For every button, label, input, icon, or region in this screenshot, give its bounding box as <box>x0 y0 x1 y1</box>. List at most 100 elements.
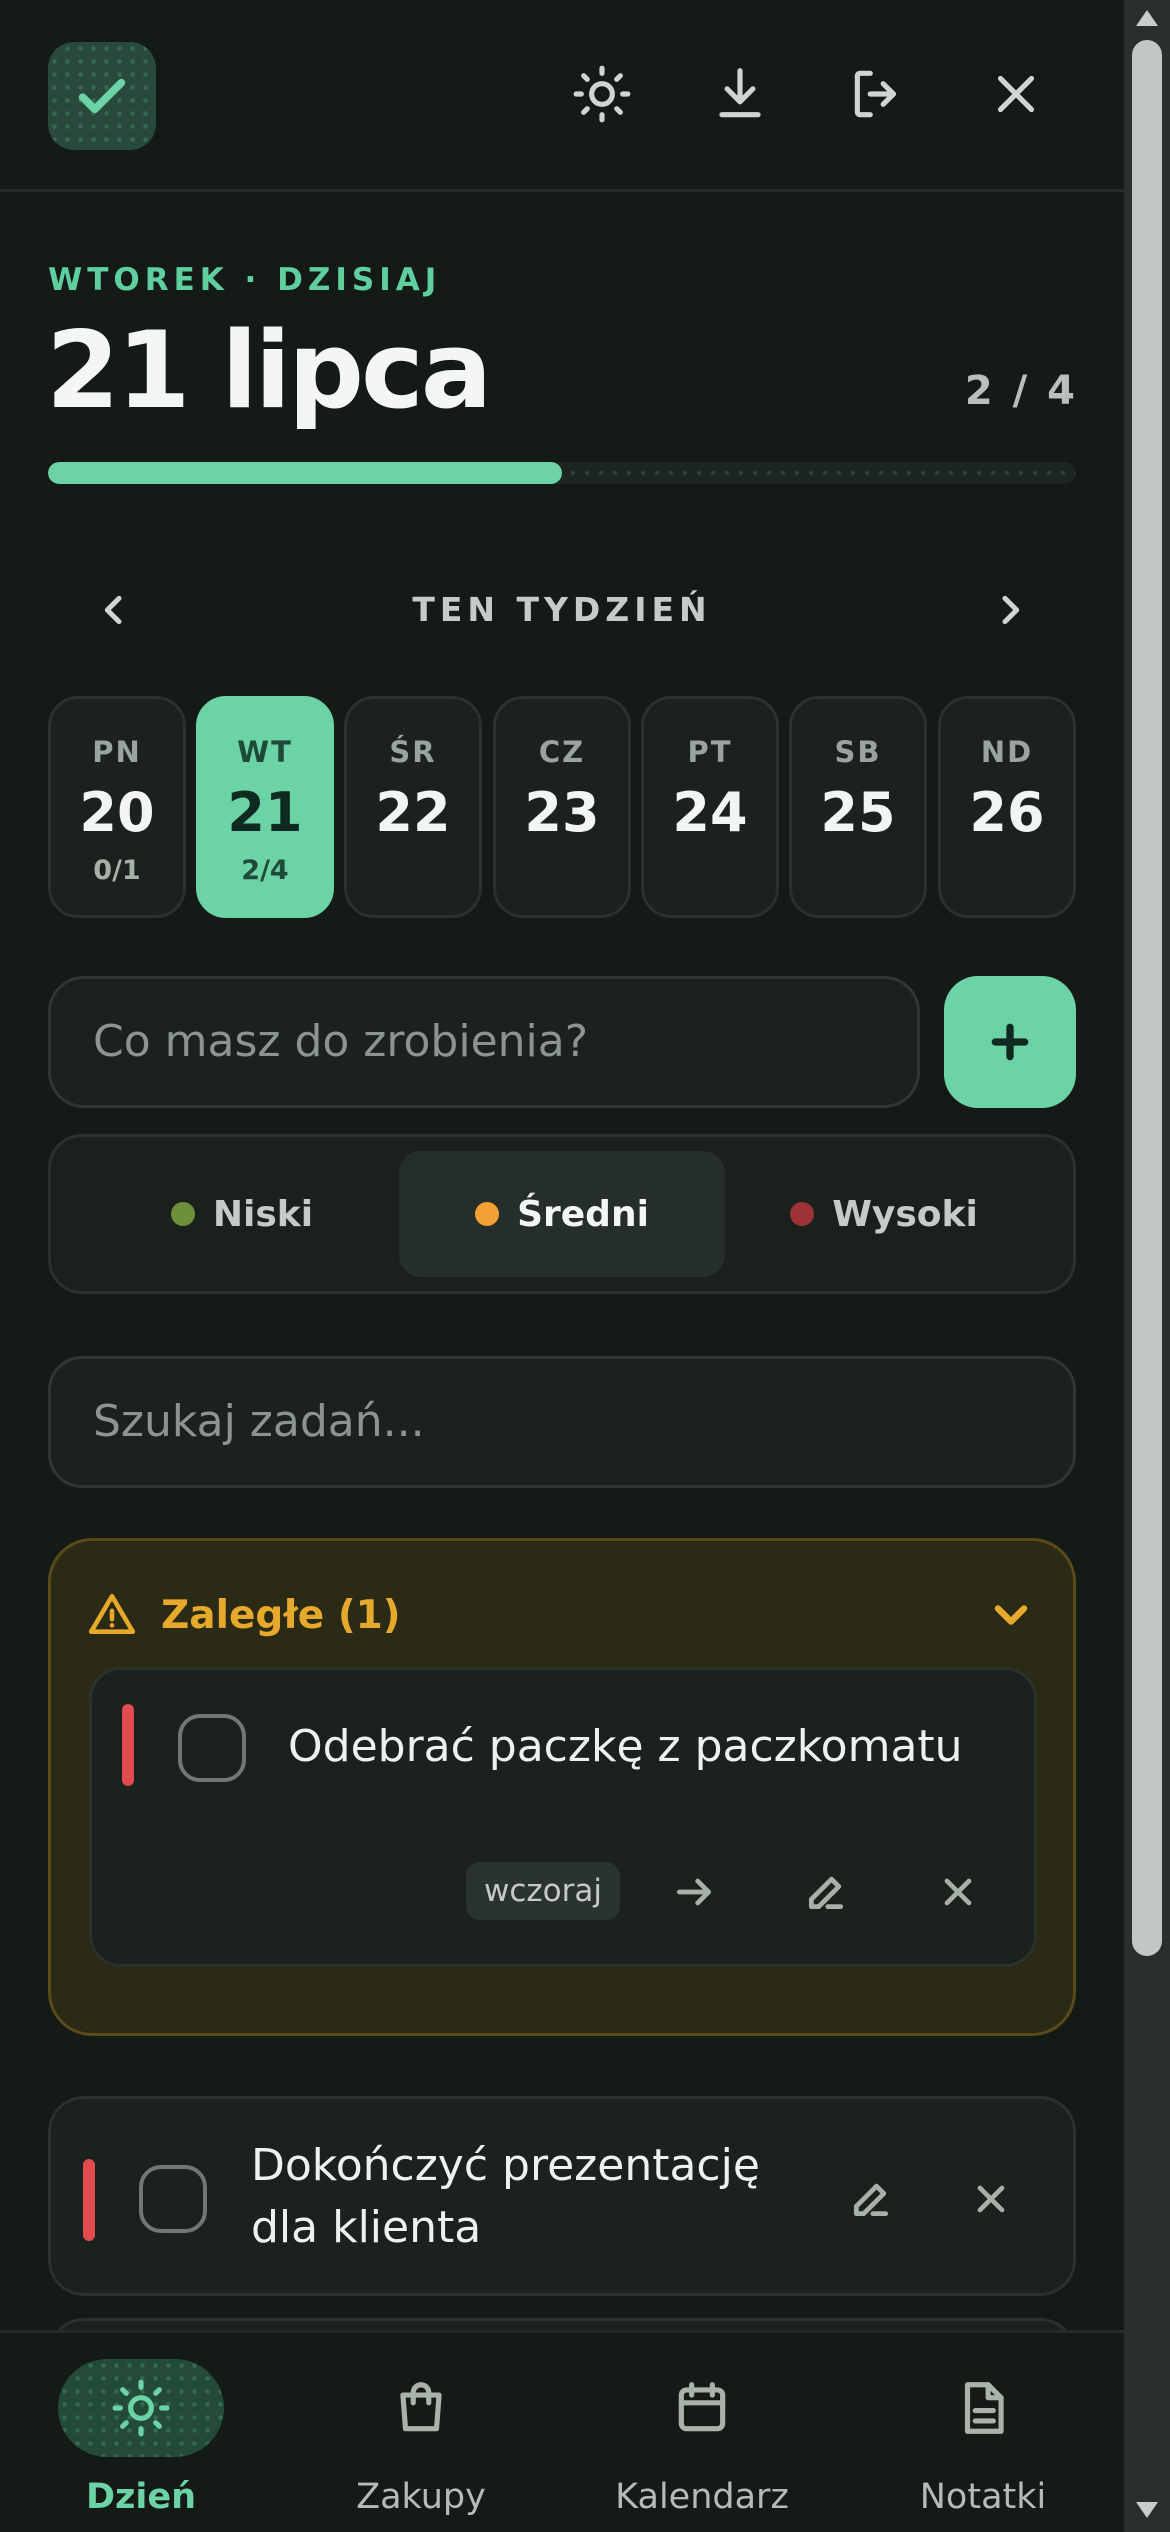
edit-task-button[interactable] <box>790 1856 862 1928</box>
nav-label: Zakupy <box>356 2477 486 2517</box>
day-number: 25 <box>820 781 896 844</box>
sun-icon <box>573 65 631 123</box>
day-wt[interactable]: WT 21 2/4 <box>196 696 334 918</box>
day-name: SB <box>834 735 882 769</box>
nav-icon-wrap <box>58 2359 224 2457</box>
collapse-overdue-button[interactable] <box>985 1589 1037 1641</box>
day-sb[interactable]: SB 25 <box>789 696 927 918</box>
nav-icon-wrap <box>900 2359 1066 2457</box>
chevron-down-icon <box>994 1605 1028 1625</box>
task-checkbox[interactable] <box>139 2165 207 2233</box>
plus-icon <box>991 1023 1029 1061</box>
day-number: 23 <box>524 781 600 844</box>
shopping-bag-icon <box>400 2382 442 2432</box>
day-number: 22 <box>375 781 451 844</box>
day-cz[interactable]: CZ 23 <box>493 696 631 918</box>
logout-button[interactable] <box>836 52 920 136</box>
download-button[interactable] <box>698 52 782 136</box>
scroll-down-arrow[interactable] <box>1136 2502 1158 2518</box>
day-nd[interactable]: ND 26 <box>938 696 1076 918</box>
overdue-section: Zaległe (1) Odebrać paczkę z paczkomatu … <box>48 1538 1076 2036</box>
overdue-title: Zaległe (1) <box>161 1592 401 1638</box>
task-count: 2 / 4 <box>964 368 1078 414</box>
day-number: 26 <box>969 781 1045 844</box>
day-pt[interactable]: PT 24 <box>641 696 779 918</box>
priority-low[interactable]: Niski <box>79 1151 405 1277</box>
priority-selector: Niski Średni Wysoki <box>48 1134 1076 1294</box>
theme-toggle-button[interactable] <box>560 52 644 136</box>
move-to-today-button[interactable] <box>658 1856 730 1928</box>
priority-label: Wysoki <box>832 1193 978 1235</box>
nav-icon-wrap <box>619 2359 785 2457</box>
nav-label: Notatki <box>919 2477 1047 2517</box>
new-task-input[interactable]: Co masz do zrobienia? <box>48 976 920 1108</box>
overdue-task-card: Odebrać paczkę z paczkomatu wczoraj <box>89 1667 1037 1967</box>
day-sr[interactable]: ŚR 22 <box>344 696 482 918</box>
download-icon <box>719 68 761 118</box>
calendar-icon <box>678 2382 726 2432</box>
week-navigation: TEN TYDZIEŃ <box>48 572 1076 648</box>
page-title: 21 lipca <box>46 309 492 432</box>
search-input[interactable]: Szukaj zadań... <box>48 1356 1076 1488</box>
edit-task-button[interactable] <box>835 2163 907 2235</box>
day-number: 21 <box>227 781 303 844</box>
close-icon <box>977 2185 1005 2213</box>
day-name: CZ <box>538 735 586 769</box>
bottom-navigation: Dzień Zakupy Kalendarz Notatki <box>0 2330 1124 2532</box>
day-eyebrow: WTOREK · DZISIAJ <box>48 262 442 298</box>
check-icon <box>78 78 126 114</box>
priority-dot <box>475 1202 500 1226</box>
nav-icon-wrap <box>338 2359 504 2457</box>
prev-week-button[interactable] <box>82 578 146 642</box>
delete-task-button[interactable] <box>922 1856 994 1928</box>
priority-indicator <box>122 1704 134 1786</box>
priority-medium[interactable]: Średni <box>399 1151 725 1277</box>
top-bar <box>0 0 1124 192</box>
day-name: ŚR <box>389 735 437 769</box>
scrollbar[interactable] <box>1124 0 1170 2532</box>
day-name: ND <box>980 735 1034 769</box>
arrow-right-icon <box>676 1878 712 1906</box>
nav-day[interactable]: Dzień <box>16 2359 266 2529</box>
day-progress-bar <box>48 462 1076 484</box>
priority-indicator <box>83 2159 95 2241</box>
scroll-up-arrow[interactable] <box>1136 10 1158 26</box>
close-icon <box>997 75 1035 113</box>
task-card: Dokończyć prezentację dla klienta <box>48 2096 1076 2296</box>
pencil-icon <box>853 2183 889 2217</box>
nav-calendar[interactable]: Kalendarz <box>577 2359 827 2529</box>
delete-task-button[interactable] <box>955 2163 1027 2235</box>
day-name: PN <box>92 735 142 769</box>
priority-label: Niski <box>212 1193 314 1235</box>
add-task-button[interactable] <box>944 976 1076 1108</box>
priority-high[interactable]: Wysoki <box>721 1151 1047 1277</box>
task-title: Dokończyć prezentację dla klienta <box>251 2140 760 2253</box>
chevron-left-icon <box>104 595 122 625</box>
due-tag: wczoraj <box>466 1862 620 1920</box>
day-number: 24 <box>672 781 748 844</box>
logout-icon <box>854 70 897 118</box>
nav-notes[interactable]: Notatki <box>858 2359 1108 2529</box>
close-button[interactable] <box>974 52 1058 136</box>
progress-fill <box>48 462 562 484</box>
day-name: PT <box>687 735 733 769</box>
warning-icon <box>88 1593 136 1634</box>
next-week-button[interactable] <box>978 578 1042 642</box>
overdue-header[interactable]: Zaległe (1) <box>87 1585 401 1645</box>
day-pn[interactable]: PN 20 0/1 <box>48 696 186 918</box>
priority-dot <box>790 1202 815 1226</box>
day-count: 0/1 <box>93 855 141 886</box>
priority-label: Średni <box>517 1193 649 1235</box>
nav-shopping[interactable]: Zakupy <box>296 2359 546 2529</box>
priority-dot <box>170 1202 195 1226</box>
week-label: TEN TYDZIEŃ <box>412 590 712 629</box>
nav-label: Dzień <box>85 2477 197 2517</box>
app-logo <box>48 42 156 150</box>
scrollbar-thumb[interactable] <box>1132 40 1162 1956</box>
day-number: 20 <box>79 781 155 844</box>
day-count: 2/4 <box>241 855 289 886</box>
app-window: WTOREK · DZISIAJ 21 lipca 2 / 4 TEN TYDZ… <box>0 0 1124 2532</box>
task-checkbox[interactable] <box>178 1714 246 1782</box>
week-days: PN 20 0/1 WT 21 2/4 ŚR 22 CZ 23 PT 24 SB… <box>48 696 1076 918</box>
close-icon <box>944 1878 972 1906</box>
